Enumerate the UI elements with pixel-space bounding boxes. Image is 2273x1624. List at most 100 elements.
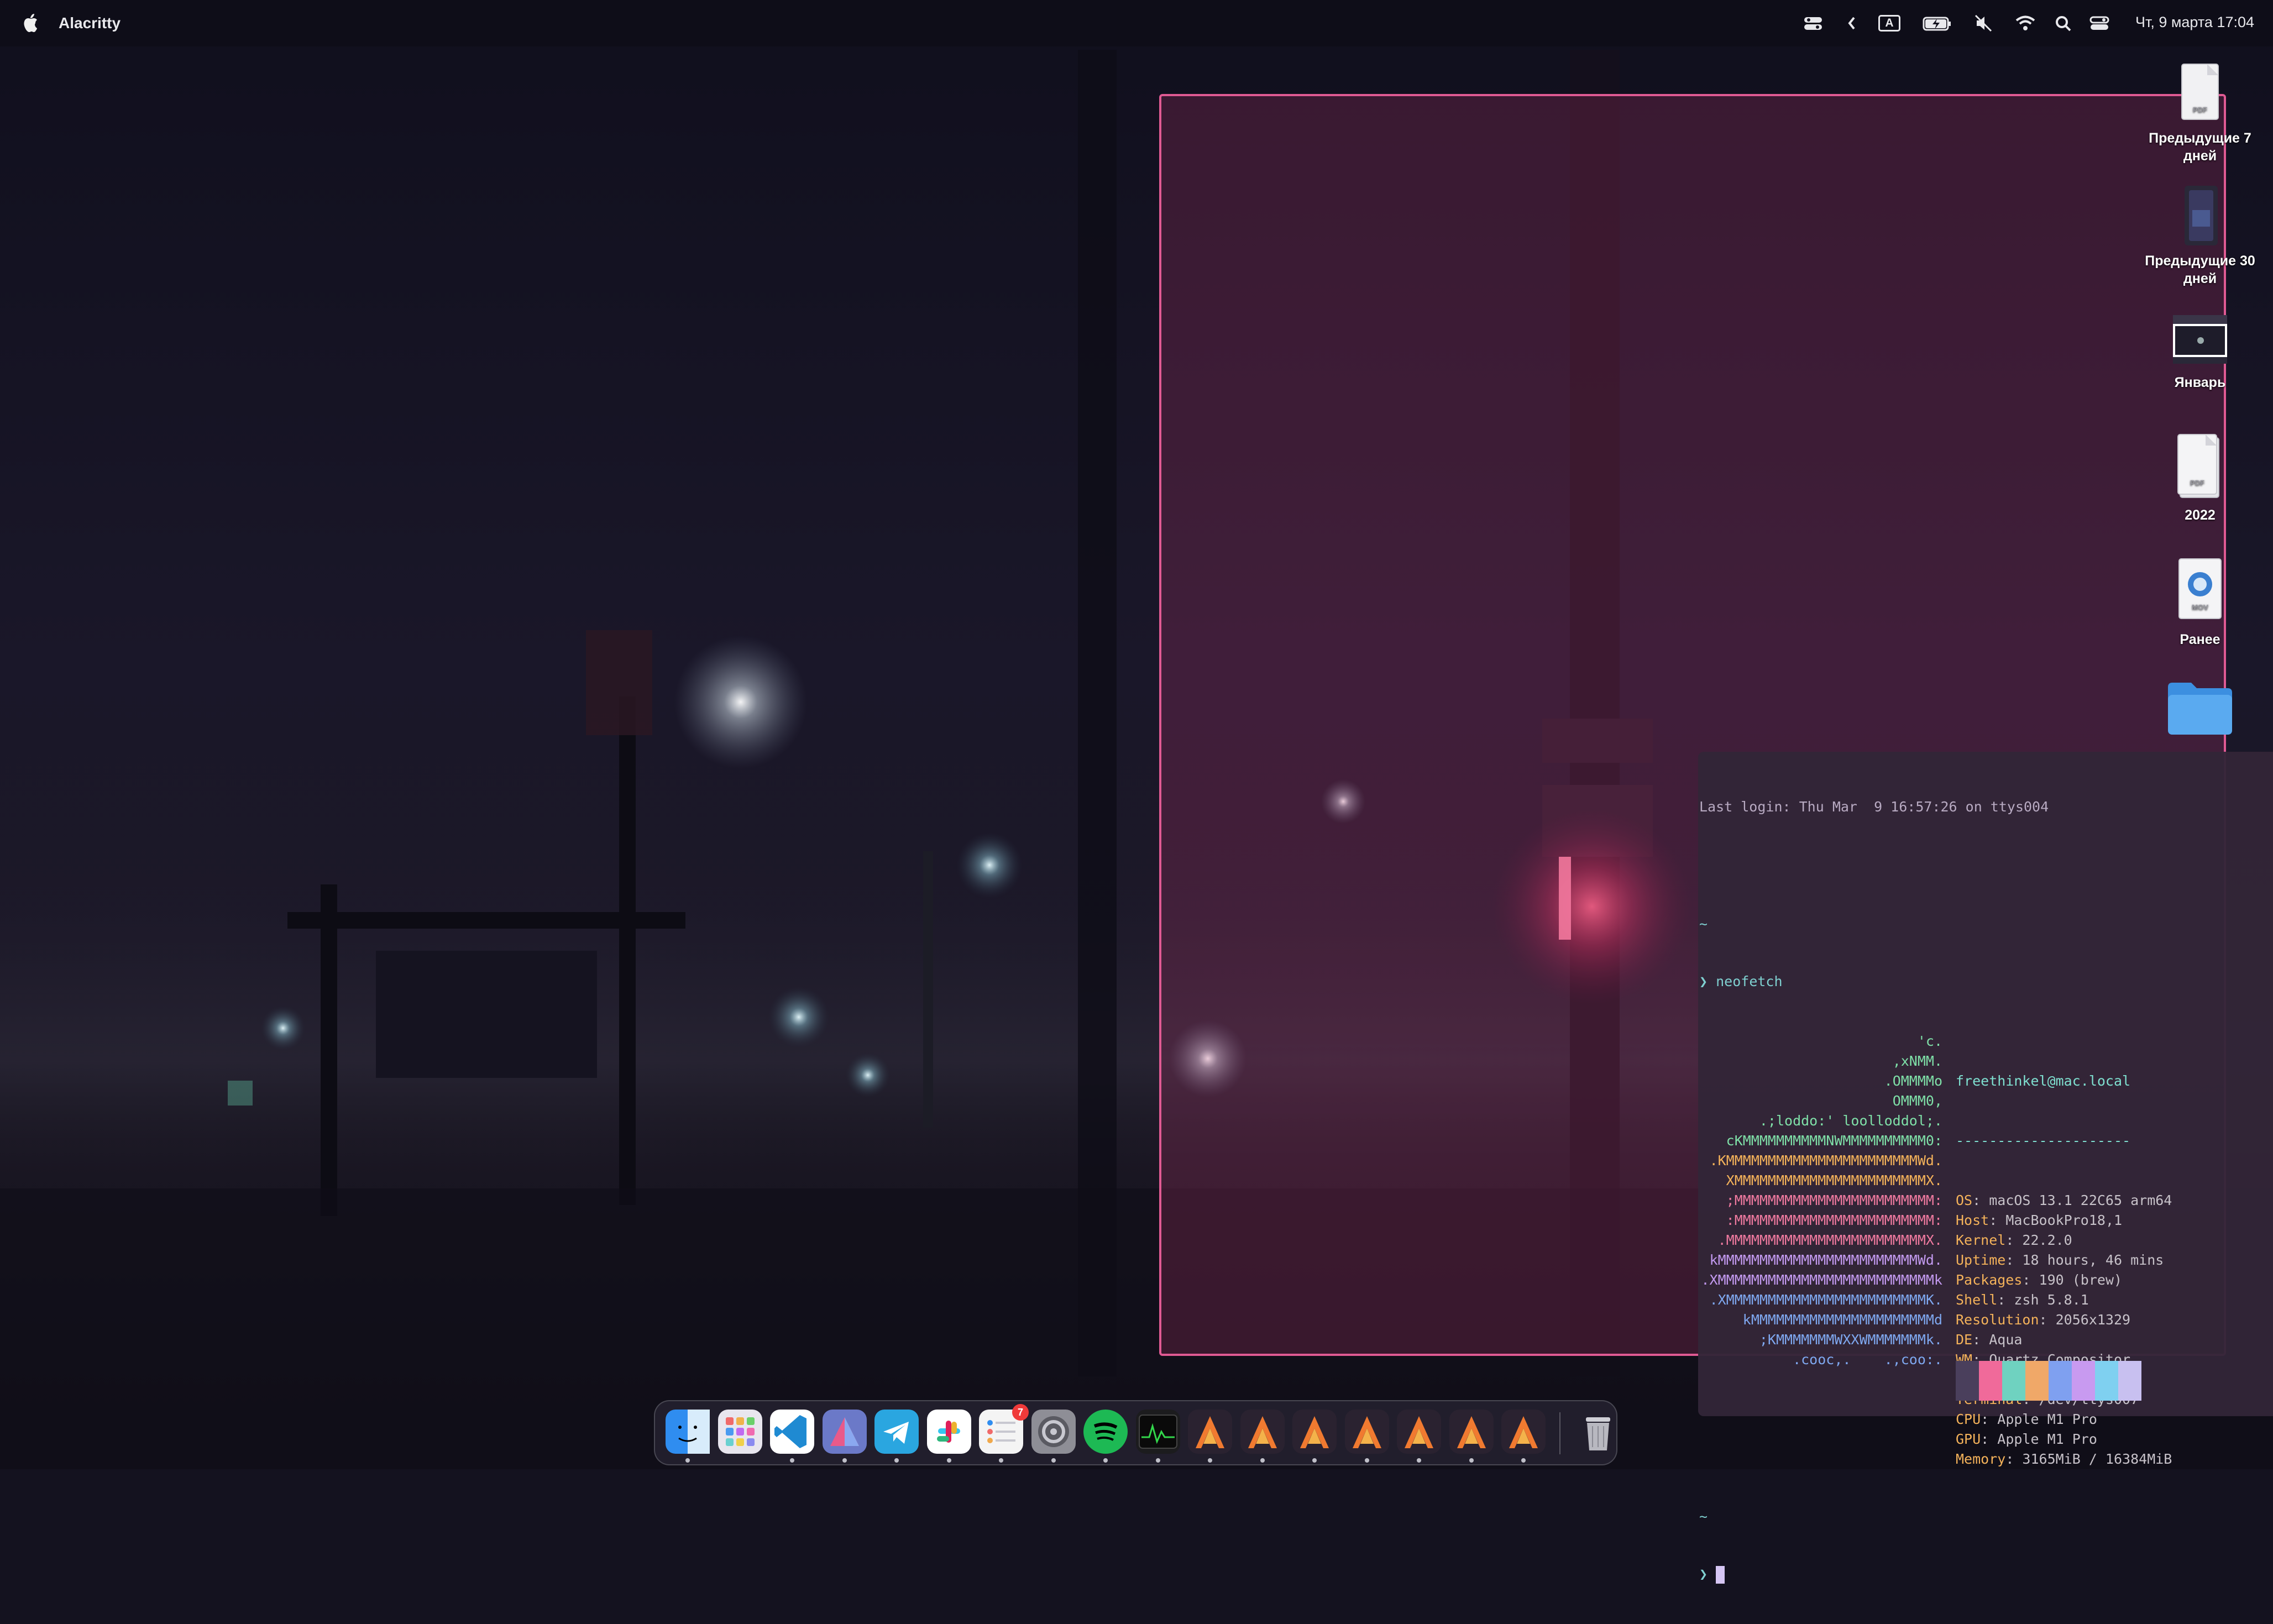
chevron-left-icon[interactable] (1846, 12, 1857, 34)
desktop-stack-previous-30-days[interactable]: Предыдущие 30 дней (2134, 182, 2266, 287)
ascii-logo-line: .XMMMMMMMMMMMMMMMMMMMMMMMMMMk (1701, 1272, 1943, 1288)
neofetch-output: 'c. ,xNMM. .OMMMMo OMMM0, .;loddo:' loollodd… (1699, 1031, 2172, 1467)
ascii-logo-line: cKMMMMMMMMMMNWMMMMMMMMMM0: (1726, 1133, 1942, 1149)
system-info-row: Kernel: 22.2.0 (1956, 1232, 2072, 1248)
info-key: OS (1956, 1192, 1973, 1208)
image-stack-icon (2172, 182, 2228, 249)
menu-bar: Alacritty A Чт, 9 марта 17:04 (0, 0, 2273, 46)
info-value: Aqua (1989, 1332, 2023, 1348)
ascii-logo-line: 'c. (1917, 1033, 1942, 1049)
system-info: freethinkel@mac.local ------------------… (1956, 1031, 2172, 1509)
info-value: 2056x1329 (2055, 1312, 2131, 1328)
palette-swatch (1979, 1361, 2002, 1401)
alacritty-icon[interactable] (1188, 1410, 1232, 1454)
system-info-row: CPU: Apple M1 Pro (1956, 1411, 2097, 1427)
info-key: Resolution (1956, 1312, 2039, 1328)
desktop-stack-earlier[interactable]: MOV Ранее (2134, 556, 2266, 648)
desktop-stack-2022[interactable]: PDF 2022 (2134, 431, 2266, 524)
running-indicator (1208, 1458, 1212, 1463)
vscode-icon[interactable] (770, 1410, 814, 1454)
palette-swatch (2049, 1361, 2072, 1401)
pdf-badge: PDF (2193, 106, 2207, 114)
folder-icon (2166, 677, 2234, 738)
ascii-logo-line: ;MMMMMMMMMMMMMMMMMMMMMMMM: (1726, 1192, 1942, 1208)
desktop-item-label: Январь (2174, 375, 2226, 390)
input-source-label: A (1878, 15, 1900, 32)
control-toggle-icon[interactable] (1803, 12, 1823, 34)
running-indicator (1103, 1458, 1108, 1463)
wifi-icon[interactable] (2014, 12, 2036, 34)
info-key: DE (1956, 1332, 1973, 1348)
desktop-stack-january[interactable]: Январь (2134, 310, 2266, 391)
prompt-symbol: ❯ (1699, 1566, 1708, 1582)
running-indicator (1417, 1458, 1421, 1463)
info-key: Shell (1956, 1292, 1998, 1308)
running-indicator (1155, 1458, 1160, 1463)
finder-icon[interactable] (666, 1410, 710, 1454)
menu-clock[interactable]: Чт, 9 марта 17:04 (2135, 14, 2254, 31)
info-value: 18 hours, 46 mins (2022, 1252, 2164, 1268)
spotify-icon[interactable] (1083, 1410, 1128, 1454)
info-key: Packages (1956, 1272, 2023, 1288)
spotlight-icon[interactable] (2054, 12, 2073, 34)
info-separator: --------------------- (1956, 1133, 2131, 1149)
command-text: neofetch (1716, 973, 1783, 989)
running-indicator (946, 1458, 951, 1463)
info-value: zsh 5.8.1 (2014, 1292, 2089, 1308)
slack-icon[interactable] (926, 1410, 971, 1454)
apple-menu-icon[interactable] (22, 12, 39, 33)
running-indicator (1469, 1458, 1474, 1463)
ascii-logo-line: :MMMMMMMMMMMMMMMMMMMMMMMM: (1726, 1212, 1942, 1228)
running-indicator (1364, 1458, 1369, 1463)
running-indicator (790, 1458, 794, 1463)
user-host: freethinkel@mac.local (1956, 1073, 2131, 1089)
terminal-output: Last login: Thu Mar 9 16:57:26 on ttys00… (1699, 757, 2172, 1624)
input-source-icon[interactable]: A (1878, 12, 1900, 34)
system-info-row: OS: macOS 13.1 22C65 arm64 (1956, 1192, 2172, 1208)
info-key: CPU (1956, 1411, 1981, 1427)
active-app-name[interactable]: Alacritty (59, 14, 121, 32)
running-indicator (1051, 1458, 1056, 1463)
palette-swatch (2002, 1361, 2025, 1401)
mute-icon[interactable] (1973, 12, 1993, 34)
ascii-logo-line: kMMMMMMMMMMMMMMMMMMMMMMd (1742, 1312, 1942, 1328)
alacritty-icon[interactable] (1397, 1410, 1441, 1454)
launchpad-icon[interactable] (717, 1410, 762, 1454)
cwd-line: ~ (1699, 1508, 1708, 1525)
desktop-folder[interactable] (2134, 677, 2266, 741)
system-info-row: Memory: 3165MiB / 16384MiB (1956, 1451, 2172, 1467)
text-cursor[interactable] (1716, 1566, 1725, 1584)
battery-charging-icon[interactable] (1923, 12, 1952, 34)
system-info-row: Host: MacBookPro18,1 (1956, 1212, 2123, 1228)
alacritty-terminal-window[interactable]: Last login: Thu Mar 9 16:57:26 on ttys00… (1698, 752, 2273, 1584)
running-indicator (842, 1458, 847, 1463)
alacritty-icon[interactable] (1240, 1410, 1285, 1454)
info-value: Apple M1 Pro (1997, 1411, 2097, 1427)
alacritty-icon[interactable] (1449, 1410, 1494, 1454)
pdf-badge: PDF (2190, 479, 2204, 487)
system-info-row: Packages: 190 (brew) (1956, 1272, 2123, 1288)
telegram-icon[interactable] (874, 1410, 919, 1454)
running-indicator (1521, 1458, 1526, 1463)
reminders-icon[interactable]: 7 (979, 1404, 1029, 1454)
apple-ascii-logo: 'c. ,xNMM. .OMMMMo OMMM0, .;loddo:' loollodd… (1699, 1031, 1943, 1370)
alacritty-icon[interactable] (1501, 1410, 1546, 1454)
system-info-row: Resolution: 2056x1329 (1956, 1312, 2131, 1328)
trash-icon[interactable] (1576, 1410, 1620, 1454)
control-center-icon[interactable] (2089, 12, 2109, 34)
dock-separator (1559, 1412, 1560, 1454)
activity-monitor-icon[interactable] (1135, 1410, 1180, 1454)
desktop-stack-previous-7-days[interactable]: PDF Предыдущие 7 дней (2134, 60, 2266, 165)
info-key: Kernel (1956, 1232, 2006, 1248)
screenshot-stack-icon (2170, 310, 2230, 370)
info-value: macOS 13.1 22C65 arm64 (1989, 1192, 2172, 1208)
ascii-logo-line: .;loddo:' loolloddol;. (1759, 1113, 1942, 1129)
alacritty-icon[interactable] (1344, 1410, 1389, 1454)
running-indicator (1312, 1458, 1317, 1463)
alacritty-icon[interactable] (1292, 1410, 1337, 1454)
affinity-icon[interactable] (822, 1410, 867, 1454)
system-settings-icon[interactable] (1031, 1410, 1076, 1454)
prompt-symbol: ❯ (1699, 973, 1708, 989)
info-key: Uptime (1956, 1252, 2006, 1268)
info-key: Memory (1956, 1451, 2006, 1467)
